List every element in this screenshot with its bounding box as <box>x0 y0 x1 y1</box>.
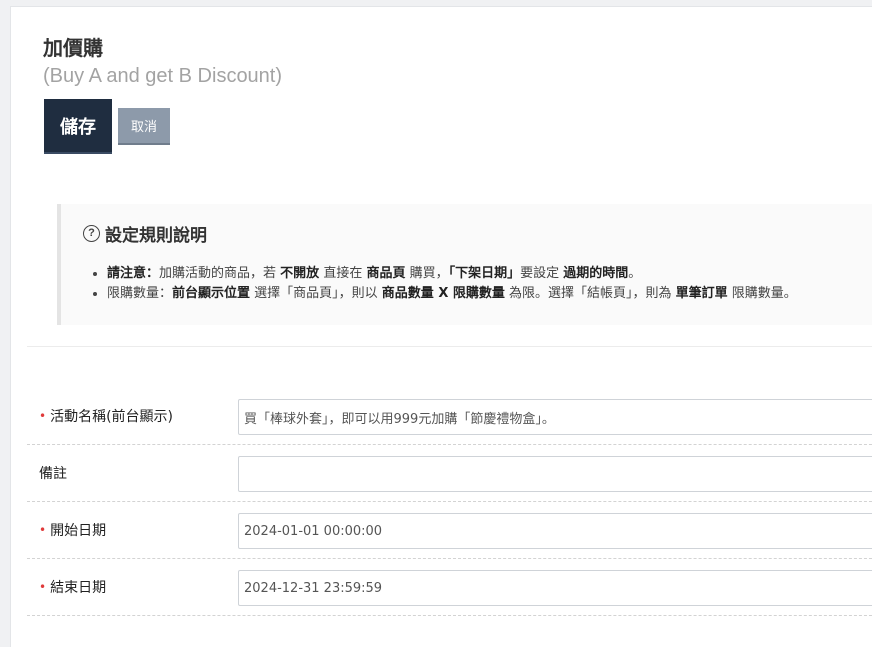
required-marker: • <box>39 409 47 423</box>
page-title: 加價購 <box>43 38 103 60</box>
notice-lead: 請注意 <box>107 266 147 281</box>
notice-text: 加購活動的商品，若 <box>159 266 281 281</box>
notice-text: 選擇「商品頁」，則以 <box>250 286 382 301</box>
required-marker: • <box>39 523 47 537</box>
form-row-start-date: • 開始日期 <box>27 502 872 559</box>
main-panel: 加價購 (Buy A and get B Discount) 儲存 取消 ? 設… <box>10 6 872 647</box>
notice-text: 購買， <box>405 266 449 281</box>
notice-colon: ： <box>146 266 160 281</box>
cancel-button[interactable]: 取消 <box>118 108 170 145</box>
page-subtitle: (Buy A and get B Discount) <box>43 65 283 87</box>
form-label: • 開始日期 <box>39 502 106 558</box>
notice-text: 直接在 <box>319 266 367 281</box>
notice-emphasis: 前台顯示位置 <box>172 286 251 301</box>
notice-title: 設定規則說明 <box>105 226 207 246</box>
notice-item-1: 請注意：加購活動的商品，若 不開放 直接在 商品頁 購買，「下架日期」要設定 過… <box>107 264 797 284</box>
activity-name-input[interactable] <box>238 399 872 435</box>
notice-emphasis: 單筆訂單 <box>675 286 728 301</box>
notice-header: ? 設定規則說明 <box>83 221 207 246</box>
notice-emphasis: 商品數量 X 限購數量 <box>381 286 505 301</box>
notice-text: 為限。選擇「結帳頁」，則為 <box>504 286 676 301</box>
remarks-input[interactable] <box>238 456 872 492</box>
notice-emphasis: 不開放 <box>280 266 320 281</box>
form-label-text: 備註 <box>39 466 67 482</box>
form-label-text: 活動名稱(前台顯示) <box>50 409 174 425</box>
notice-emphasis: 「下架日期」 <box>448 266 521 281</box>
notice-emphasis: 商品頁 <box>366 266 406 281</box>
notice-text: 。 <box>628 266 642 281</box>
end-date-input[interactable] <box>238 570 872 606</box>
question-circle-icon: ? <box>83 225 100 242</box>
notice-emphasis: 過期的時間 <box>563 266 629 281</box>
form-label-text: 開始日期 <box>50 523 107 539</box>
form-label: • 結束日期 <box>39 559 106 615</box>
notice-text: 限購數量： <box>107 286 173 301</box>
form-row-activity-name: • 活動名稱(前台顯示) <box>27 388 872 445</box>
form-label: 備註 <box>39 445 67 501</box>
notice-text: 限購數量。 <box>727 286 797 301</box>
form-label-text: 結束日期 <box>50 580 107 596</box>
start-date-input[interactable] <box>238 513 872 549</box>
notice-item-2: 限購數量：前台顯示位置 選擇「商品頁」，則以 商品數量 X 限購數量 為限。選擇… <box>107 284 797 304</box>
section-divider <box>27 346 872 347</box>
required-marker: • <box>39 580 47 594</box>
rules-notice: ? 設定規則說明 請注意：加購活動的商品，若 不開放 直接在 商品頁 購買，「下… <box>57 204 872 325</box>
save-button[interactable]: 儲存 <box>44 99 112 154</box>
page-header: 加價購 (Buy A and get B Discount) <box>43 37 282 89</box>
form-row-remarks: 備註 <box>27 445 872 502</box>
notice-list: 請注意：加購活動的商品，若 不開放 直接在 商品頁 購買，「下架日期」要設定 過… <box>83 264 797 304</box>
form-label: • 活動名稱(前台顯示) <box>39 388 173 444</box>
form-row-end-date: • 結束日期 <box>27 559 872 616</box>
notice-text: 要設定 <box>520 266 564 281</box>
